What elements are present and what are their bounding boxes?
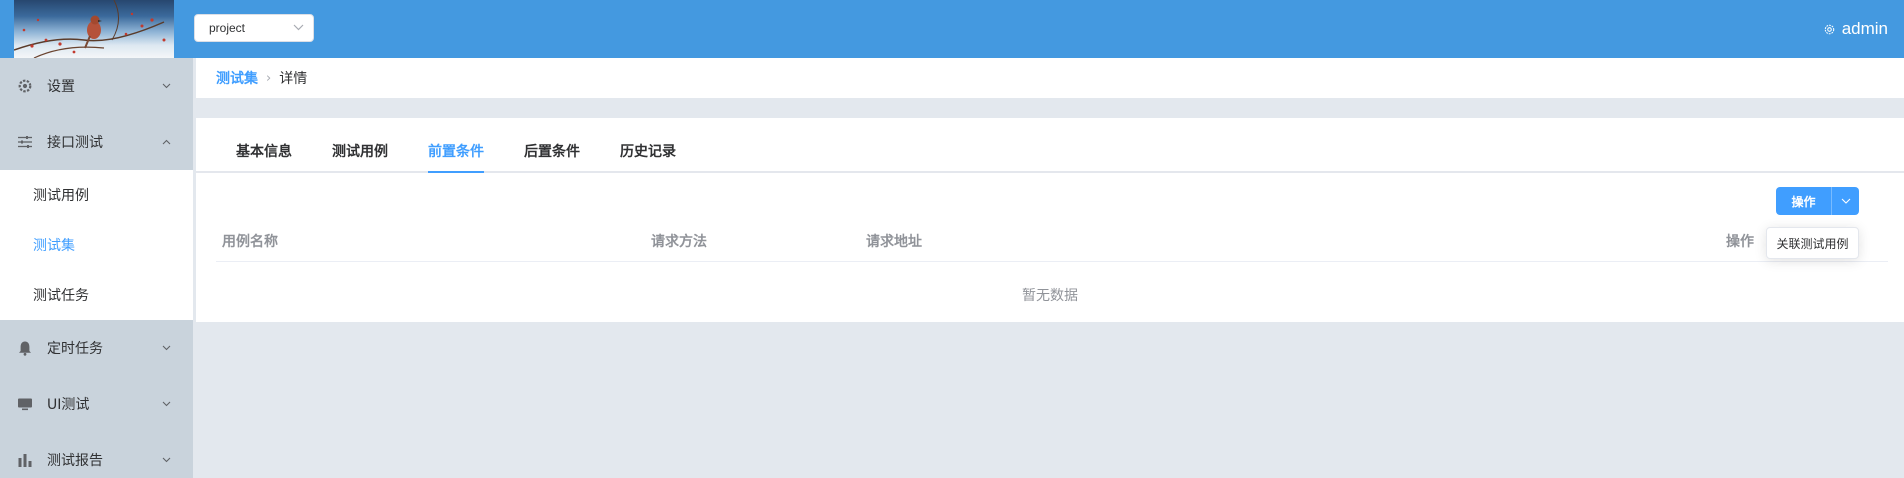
gear-icon <box>18 79 32 93</box>
sliders-icon <box>18 136 32 148</box>
breadcrumb-current: 详情 <box>279 71 308 87</box>
api-test-submenu: 测试用例 测试集 测试任务 <box>0 170 193 320</box>
column-header-method: 请求方法 <box>651 234 707 250</box>
chevron-up-icon <box>162 139 171 145</box>
username: admin <box>1841 19 1888 38</box>
sidebar-item-api-test[interactable]: 接口测试 <box>0 114 193 170</box>
sidebar-item-test-cases[interactable]: 测试用例 <box>0 170 193 220</box>
sidebar-item-label: 测试报告 <box>47 453 103 469</box>
table-empty-text: 暂无数据 <box>1022 288 1078 304</box>
sidebar-item-test-suites[interactable]: 测试集 <box>0 220 193 270</box>
user-menu[interactable]: admin <box>1823 0 1888 58</box>
tab-test-cases[interactable]: 测试用例 <box>332 141 388 161</box>
sidebar-item-settings[interactable]: 设置 <box>0 58 193 114</box>
breadcrumb-link-test-suites[interactable]: 测试集 <box>216 68 258 88</box>
operate-dropdown-toggle[interactable] <box>1831 187 1859 215</box>
sidebar-item-label: 测试用例 <box>33 188 89 204</box>
sidebar-item-test-tasks[interactable]: 测试任务 <box>0 270 193 320</box>
sidebar-item-label: 接口测试 <box>47 135 103 151</box>
tab-postconditions[interactable]: 后置条件 <box>524 141 580 161</box>
monitor-icon <box>18 398 32 411</box>
tab-bar: 基本信息 测试用例 前置条件 后置条件 历史记录 <box>196 118 1904 173</box>
chevron-down-icon <box>162 83 171 89</box>
sidebar-item-label: 测试任务 <box>33 288 89 304</box>
column-header-actions: 操作 <box>1726 234 1754 250</box>
chevron-down-icon <box>1841 198 1850 204</box>
chevron-down-icon <box>162 345 171 351</box>
chevron-down-icon <box>162 457 171 463</box>
project-select[interactable]: project <box>194 14 314 42</box>
chevron-right-icon: › <box>266 70 272 86</box>
sidebar-item-label: 设置 <box>47 79 75 95</box>
tab-basic-info[interactable]: 基本信息 <box>236 141 292 161</box>
project-select-value: project <box>209 21 246 35</box>
dropdown-item-link-test-case[interactable]: 关联测试用例 <box>1776 235 1848 252</box>
sidebar-item-label: UI测试 <box>47 397 90 413</box>
active-tab-indicator <box>428 171 484 173</box>
operate-button-group: 操作 <box>1776 187 1859 215</box>
logo-image <box>14 0 174 58</box>
chevron-down-icon <box>162 401 171 407</box>
operate-dropdown-menu: 关联测试用例 <box>1766 227 1859 259</box>
operate-button[interactable]: 操作 <box>1776 187 1831 215</box>
top-header: project admin <box>0 0 1904 58</box>
tab-preconditions[interactable]: 前置条件 <box>428 141 484 161</box>
sidebar-item-ui-test[interactable]: UI测试 <box>0 376 193 432</box>
column-header-url: 请求地址 <box>866 234 922 250</box>
sidebar: 设置 接口测试 测试用例 测试集 测试任务 定时任务 UI测试 测试报告 <box>0 58 193 478</box>
detail-card: 基本信息 测试用例 前置条件 后置条件 历史记录 操作 用例名称 请求方法 请求… <box>196 118 1904 322</box>
sidebar-item-test-reports[interactable]: 测试报告 <box>0 432 193 478</box>
gear-icon <box>1824 24 1834 34</box>
sidebar-item-label: 测试集 <box>33 238 75 254</box>
chevron-down-icon <box>293 24 304 31</box>
bell-icon <box>19 341 31 356</box>
column-header-case-name: 用例名称 <box>222 234 278 250</box>
breadcrumb: 测试集 › 详情 <box>196 58 1904 98</box>
tab-history[interactable]: 历史记录 <box>620 141 676 161</box>
sidebar-item-scheduled-tasks[interactable]: 定时任务 <box>0 320 193 376</box>
sidebar-item-label: 定时任务 <box>47 341 103 357</box>
table-header: 用例名称 请求方法 请求地址 操作 <box>216 216 1888 262</box>
bar-chart-icon <box>18 454 32 467</box>
